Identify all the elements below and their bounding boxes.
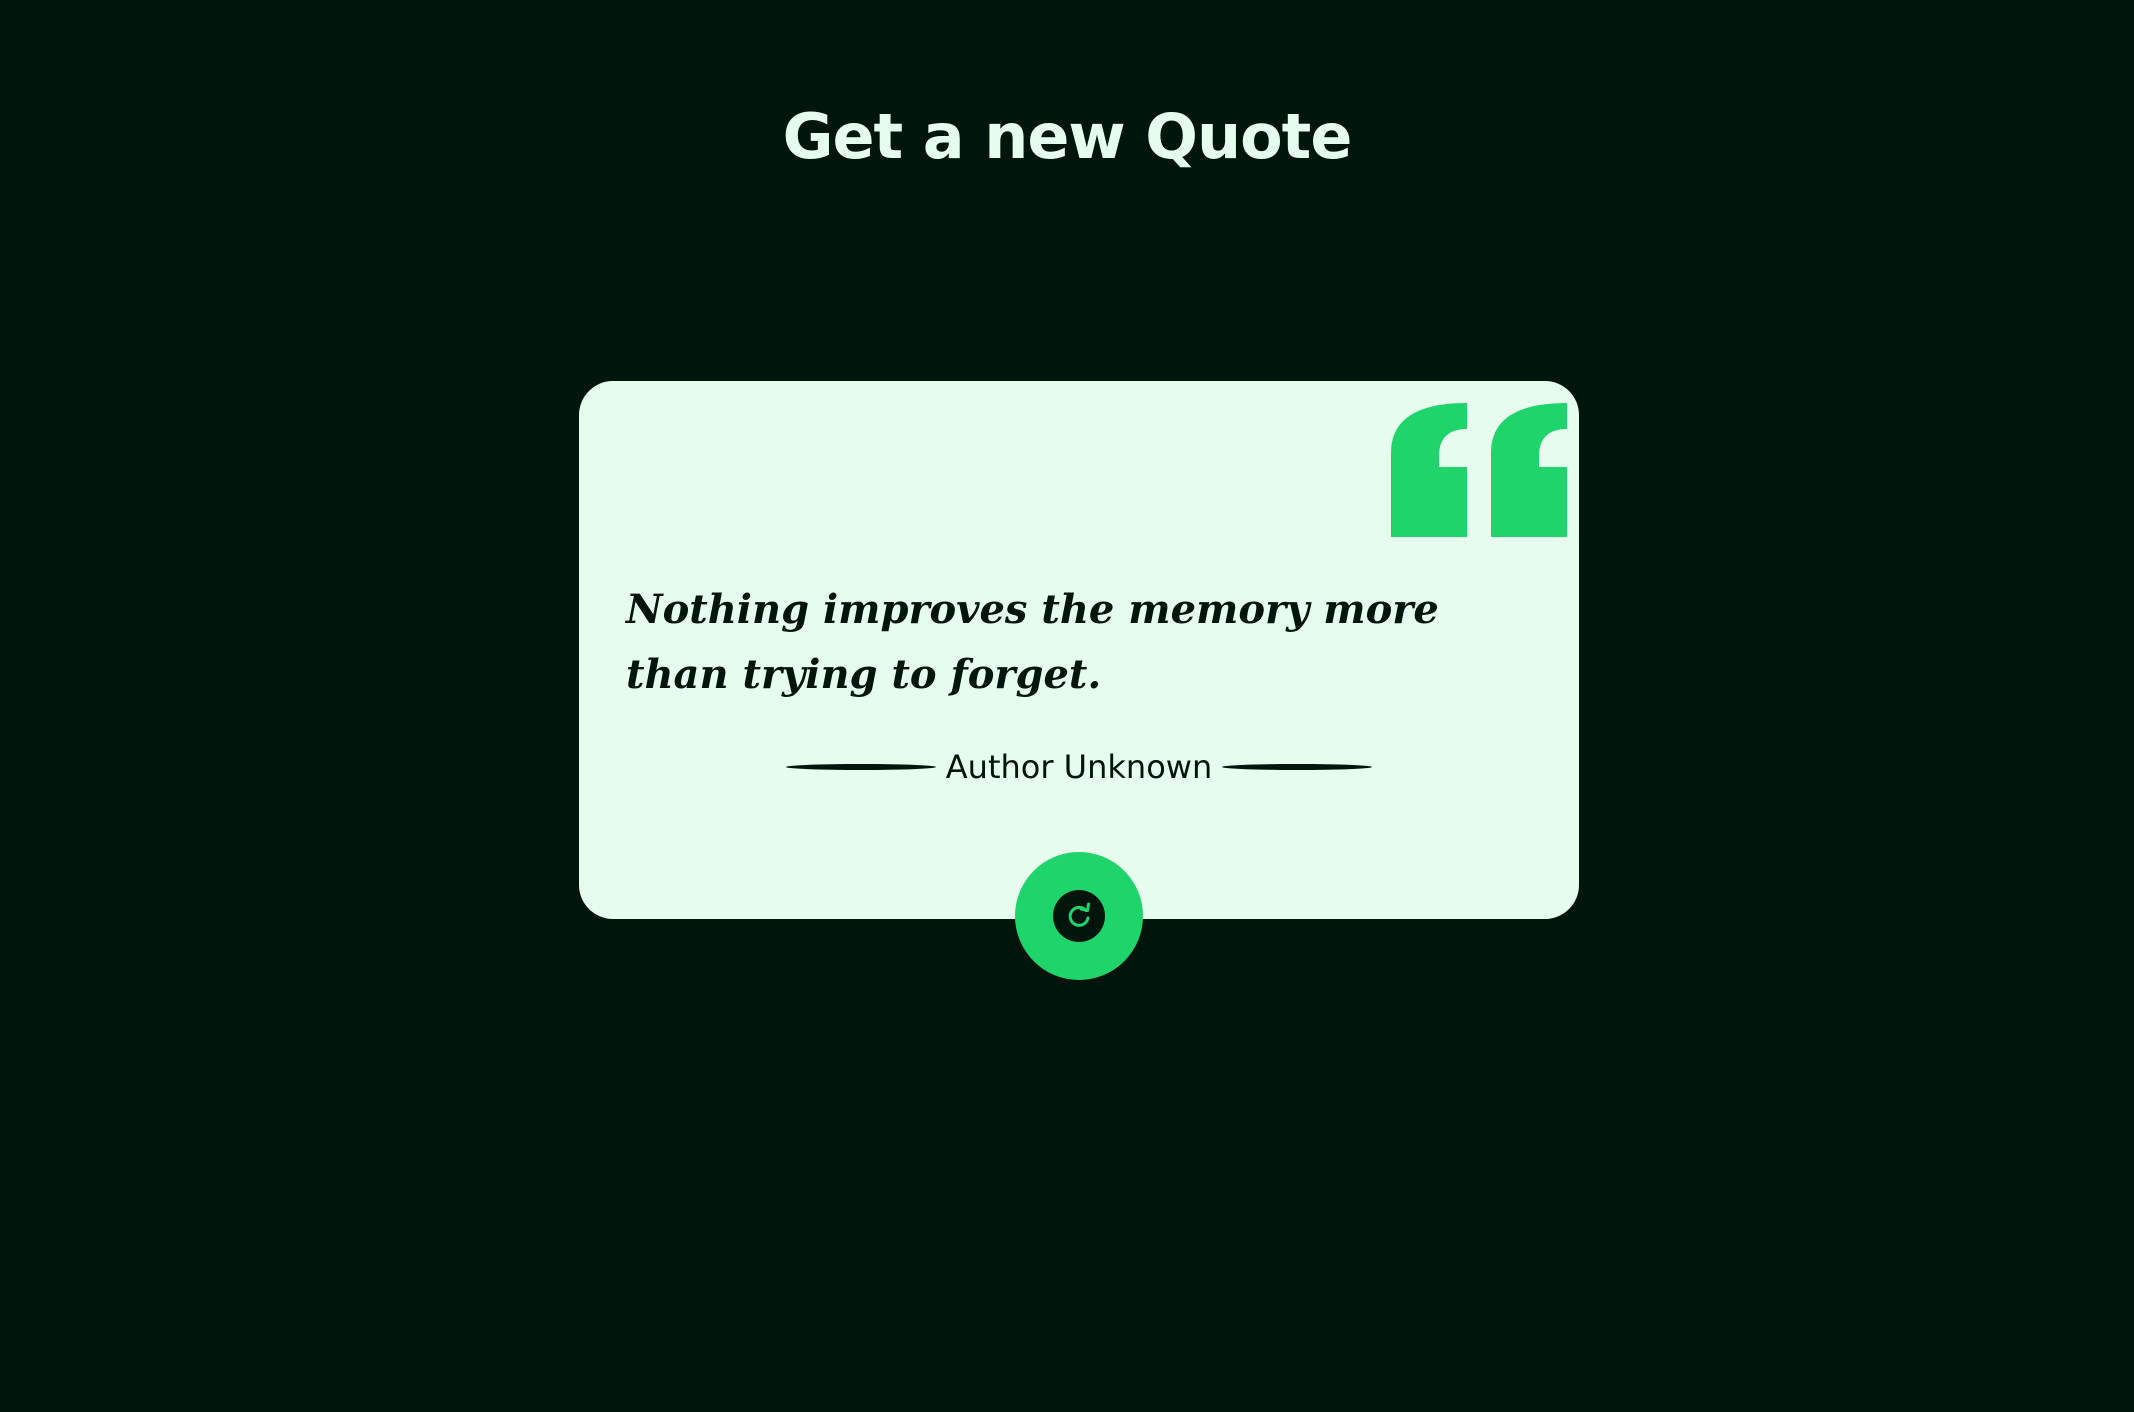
page: Get a new Quote Nothing improves the mem… bbox=[0, 0, 2134, 1412]
quote-author: Author Unknown bbox=[945, 748, 1213, 786]
quote-text: Nothing improves the memory more than tr… bbox=[626, 586, 1439, 698]
quote-mark-icon bbox=[1391, 403, 1467, 537]
new-quote-button[interactable] bbox=[1015, 852, 1143, 980]
author-divider-right bbox=[1222, 764, 1373, 770]
author-row: Author Unknown bbox=[579, 745, 1579, 789]
refresh-icon bbox=[1053, 890, 1105, 942]
author-divider-left bbox=[785, 764, 936, 770]
quote-mark-icon bbox=[1491, 403, 1567, 537]
quote-card: Nothing improves the memory more than tr… bbox=[579, 381, 1579, 919]
page-title: Get a new Quote bbox=[782, 100, 1353, 173]
